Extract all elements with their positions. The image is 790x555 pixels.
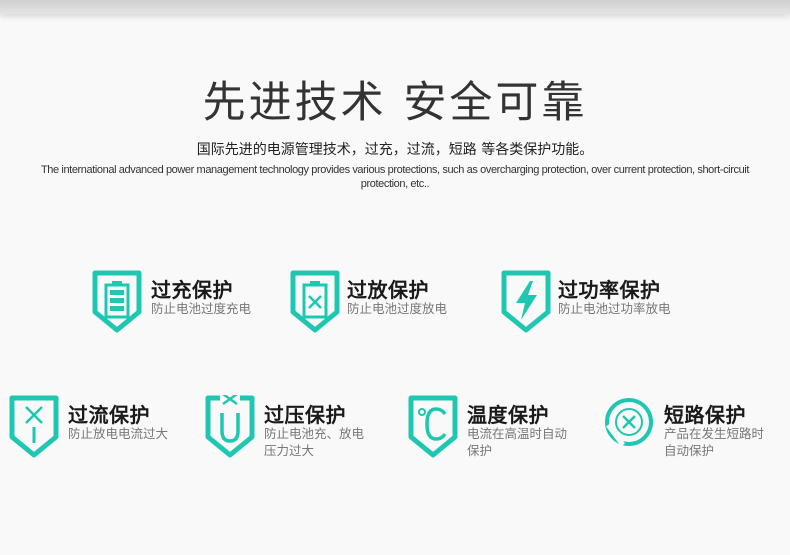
battery-x-icon — [289, 270, 341, 334]
feature-description: 防止电池充、放电压力过大 — [264, 426, 365, 458]
feature-description: 防止电池过度放电 — [347, 301, 448, 316]
feature-overcharge: 过充保护 防止电池过度充电 — [91, 270, 271, 336]
feature-temperature: 温度保护 电流在高温时自动保护 — [407, 395, 587, 461]
feature-description: 防止放电电流过大 — [68, 426, 169, 441]
feature-description: 防止电池过度充电 — [151, 301, 252, 316]
feature-description: 电流在高温时自动保护 — [467, 426, 568, 458]
feature-title: 过充保护 — [151, 278, 233, 302]
feature-description: 产品在发生短路时自动保护 — [664, 426, 765, 458]
feature-title: 过压保护 — [264, 403, 346, 427]
celsius-icon — [407, 395, 459, 459]
lightning-icon — [500, 270, 552, 334]
feature-title: 温度保护 — [467, 403, 549, 427]
battery-full-icon — [91, 270, 143, 334]
feature-short-circuit: 短路保护 产品在发生短路时自动保护 — [603, 395, 783, 461]
top-divider-bar — [0, 0, 790, 14]
voltage-u-icon — [204, 395, 256, 459]
short-circuit-x-icon — [603, 395, 657, 459]
current-icon — [8, 395, 60, 459]
feature-overpower: 过功率保护 防止电池过功率放电 — [500, 270, 700, 336]
feature-title: 短路保护 — [664, 403, 746, 427]
feature-title: 过放保护 — [347, 278, 429, 302]
feature-overdischarge: 过放保护 防止电池过度放电 — [289, 270, 469, 336]
feature-overcurrent: 过流保护 防止放电电流过大 — [8, 395, 193, 461]
page-headline: 先进技术 安全可靠 — [202, 78, 588, 128]
feature-overvoltage: 过压保护 防止电池充、放电压力过大 — [204, 392, 384, 462]
feature-title: 过功率保护 — [558, 278, 661, 302]
subtitle-chinese: 国际先进的电源管理技术，过充，过流，短路 等各类保护功能。 — [196, 142, 594, 158]
feature-description: 防止电池过功率放电 — [558, 301, 671, 316]
subtitle-english: The international advanced power managem… — [40, 164, 749, 190]
feature-title: 过流保护 — [68, 403, 150, 427]
